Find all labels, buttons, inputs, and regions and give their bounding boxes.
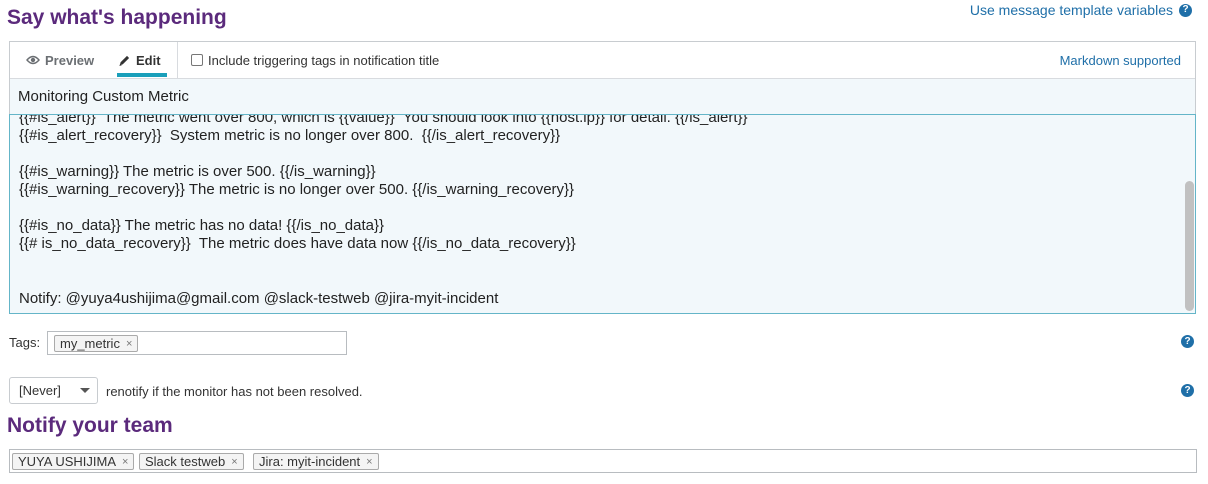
body-line: {{#is_alert}} The metric went over 800, … [19,114,748,126]
body-line: {{#is_warning}} The metric is over 500. … [19,163,376,180]
recipient-chip-label: YUYA USHIJIMA [18,454,117,469]
tags-input[interactable]: my_metric × [47,331,347,355]
renotify-select[interactable]: [Never] [9,377,98,404]
renotify-text: renotify if the monitor has not been res… [106,384,363,399]
recipient-chip[interactable]: Jira: myit-incident × [253,453,379,470]
renotify-select-value: [Never] [19,383,61,398]
notification-title-input[interactable]: Monitoring Custom Metric [10,79,1195,115]
editor-tabbar: Preview Edit Include triggering tags in … [10,42,1195,79]
textarea-scrollbar[interactable] [1185,181,1194,311]
help-icon[interactable]: ? [1179,3,1192,17]
eye-icon [26,55,40,65]
remove-icon[interactable]: × [122,456,128,468]
remove-icon[interactable]: × [126,338,132,350]
active-tab-indicator [117,73,167,77]
notify-team-input[interactable]: YUYA USHIJIMA × Slack testweb × Jira: my… [9,449,1197,473]
tab-preview-label: Preview [45,52,95,68]
pencil-icon [119,55,130,66]
message-body-textarea[interactable]: {{#is_alert}} The metric went over 800, … [9,114,1196,314]
body-line: {{#is_warning_recovery}} The metric is n… [19,181,575,198]
remove-icon[interactable]: × [366,456,372,468]
tags-label: Tags: [9,335,41,350]
section-title-say-whats-happening: Say what's happening [7,6,227,29]
recipient-chip[interactable]: YUYA USHIJIMA × [12,453,135,470]
recipient-chip-label: Jira: myit-incident [259,454,361,469]
recipient-chip[interactable]: Slack testweb × [139,453,244,470]
section-title-notify-your-team: Notify your team [7,414,173,437]
tab-preview[interactable]: Preview [26,42,94,78]
markdown-supported-link[interactable]: Markdown supported [1060,42,1181,78]
tab-edit-label: Edit [136,52,161,68]
tag-chip[interactable]: my_metric × [54,335,139,352]
body-line: {{#is_alert_recovery}} System metric is … [19,127,561,144]
help-icon[interactable]: ? [1181,384,1194,397]
body-line: {{#is_no_data}} The metric has no data! … [19,217,385,234]
help-icon[interactable]: ? [1181,335,1194,348]
include-tags-checkbox[interactable] [191,54,203,66]
message-editor: Preview Edit Include triggering tags in … [9,41,1196,314]
tab-divider [177,42,178,78]
tag-chip-label: my_metric [60,336,120,351]
body-line: {{# is_no_data_recovery}} The metric doe… [19,235,576,252]
include-tags-label: Include triggering tags in notification … [208,52,440,68]
recipient-chip-label: Slack testweb [145,454,226,469]
chevron-down-icon [80,388,90,393]
remove-icon[interactable]: × [231,456,237,468]
include-tags-checkbox-row[interactable]: Include triggering tags in notification … [191,42,439,78]
template-variables-label: Use message template variables [969,2,1173,18]
template-variables-link[interactable]: Use message template variables ? [970,2,1192,18]
body-line: Notify: @yuya4ushijima@gmail.com @slack-… [19,290,499,307]
